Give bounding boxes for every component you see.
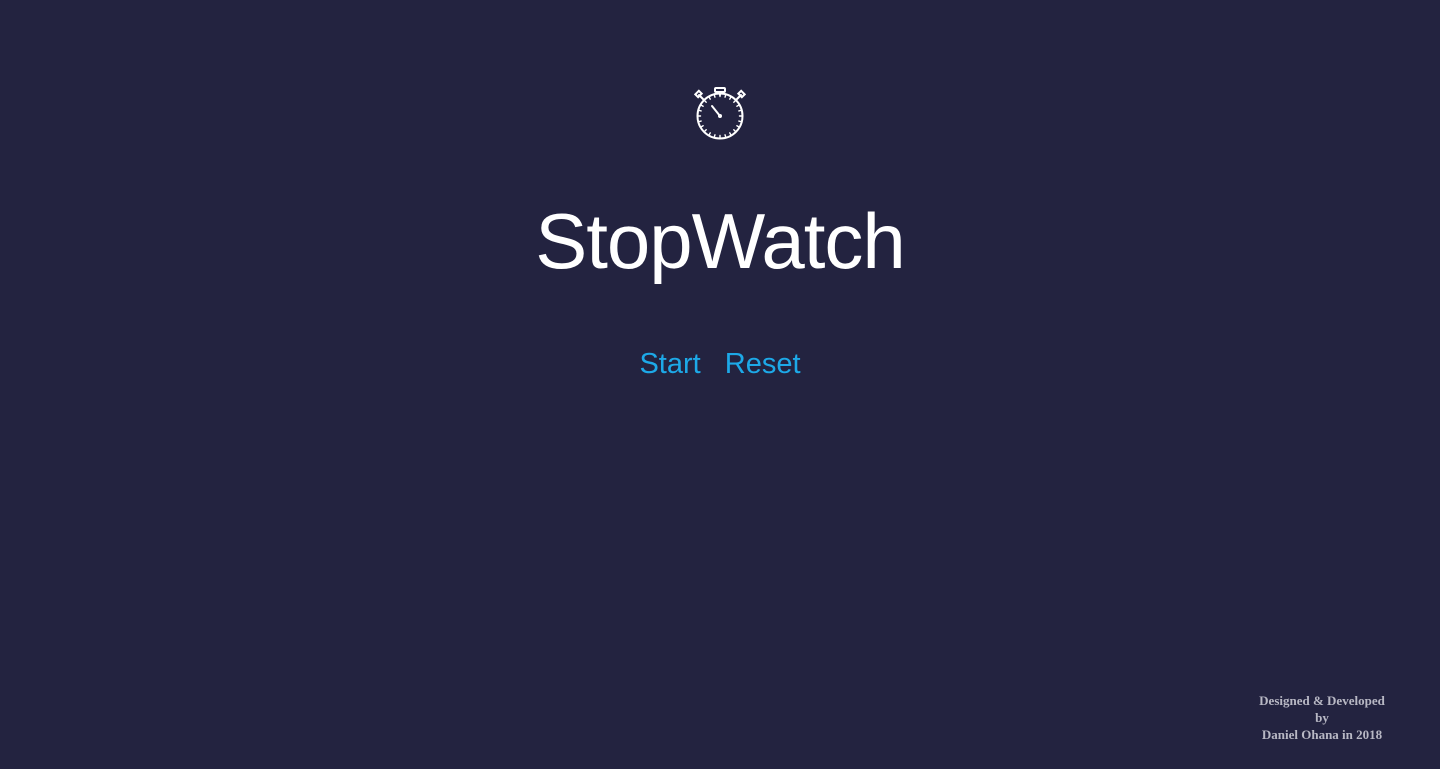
dial-tick (697, 109, 702, 112)
dial-tick (733, 129, 737, 133)
footer-line-1: Designed & Developed (1259, 693, 1385, 708)
footer-credits: Designed & Developed by Daniel Ohana in … (1242, 692, 1402, 743)
dial-tick (697, 120, 702, 123)
dial-tick (738, 120, 743, 123)
footer-line-2: by (1315, 710, 1329, 725)
dial-tick (713, 93, 716, 98)
dial-tick (724, 93, 727, 98)
controls: Start Reset (0, 346, 1440, 382)
stopwatch-icon (694, 87, 746, 140)
dial-tick (703, 129, 707, 133)
start-button[interactable]: Start (639, 348, 700, 380)
reset-button[interactable]: Reset (725, 348, 801, 380)
dial-tick (724, 134, 727, 139)
page-title: StopWatch (535, 197, 906, 285)
dial-tick (703, 99, 707, 103)
dial-tick (738, 109, 743, 112)
dial-tick (713, 134, 716, 139)
stopwatch-page: StopWatch Start Reset Designed & Develop… (0, 0, 1440, 769)
footer-line-3: Daniel Ohana in 2018 (1261, 727, 1383, 742)
dial-tick (733, 99, 737, 103)
